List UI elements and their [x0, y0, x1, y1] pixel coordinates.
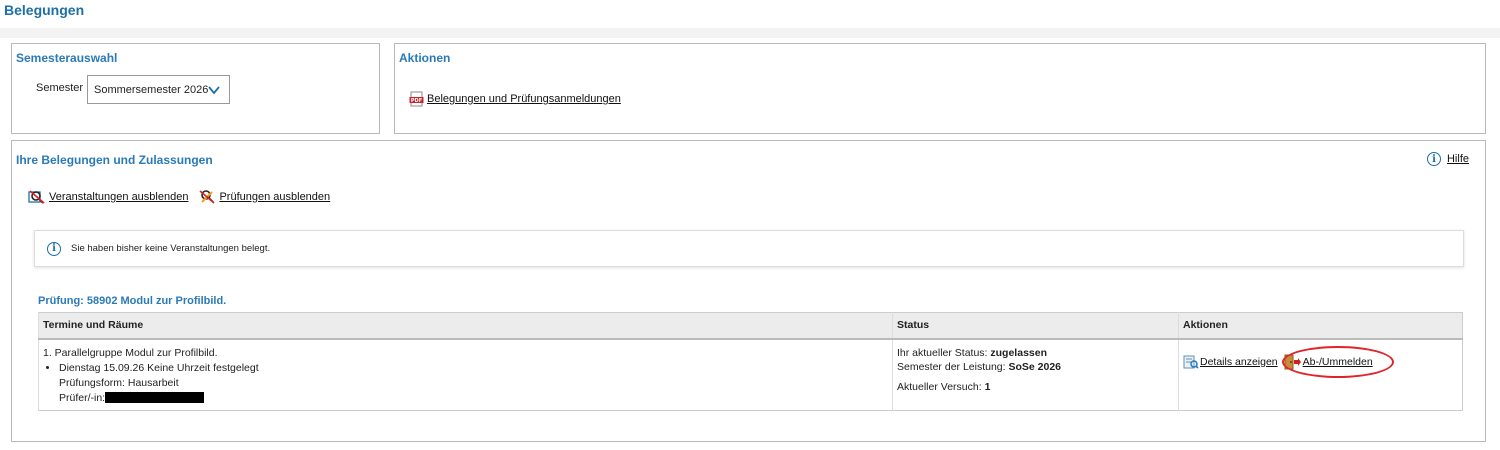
row-actions: Details anzeigen Ab-/Ummelden [1183, 346, 1458, 370]
actions-panel-title: Aktionen [399, 51, 451, 65]
semester-select-value: Sommersemester 2026 [94, 83, 209, 96]
notice-text: Sie haben bisher keine Veranstaltungen b… [71, 243, 271, 254]
hide-courses-toggle[interactable]: Veranstaltungen ausblenden [28, 189, 188, 205]
parallel-group: 1. Parallelgruppe Modul zur Profilbild. [43, 346, 218, 359]
exam-table: Termine und Räume Status Aktionen 1. Par… [38, 312, 1463, 411]
help-label[interactable]: Hilfe [1447, 153, 1469, 165]
hide-exams-toggle[interactable]: Prüfungen ausblenden [198, 189, 330, 205]
visibility-toggles: Veranstaltungen ausblenden Prüfungen aus… [28, 189, 330, 205]
hide-courses-label[interactable]: Veranstaltungen ausblenden [49, 191, 188, 203]
exam-title: Prüfung: 58902 Modul zur Profilbild. [38, 295, 227, 307]
exam-form: Prüfungsform: Hausarbeit [59, 376, 179, 389]
column-header-dates: Termine und Räume [38, 312, 893, 340]
title-bar [0, 28, 1500, 38]
details-label[interactable]: Details anzeigen [1200, 356, 1278, 368]
details-icon [1183, 355, 1199, 369]
semester-panel-title: Semesterauswahl [16, 51, 118, 65]
info-icon: i [1426, 152, 1441, 166]
column-header-status: Status [892, 312, 1179, 340]
help-link[interactable]: i Hilfe [1426, 152, 1469, 166]
semester-select[interactable]: Sommersemester 2026 [87, 75, 230, 104]
status-value: zugelassen [990, 346, 1047, 359]
examiner-label: Prüfer/-in: [59, 391, 106, 404]
svg-text:PDF: PDF [411, 98, 422, 104]
pdf-export-label[interactable]: Belegungen und Prüfungsanmeldungen [427, 93, 621, 105]
status-label: Ihr aktueller Status: [897, 346, 988, 359]
semester-label: Semester [36, 82, 84, 94]
actions-cell: Details anzeigen Ab-/Ummelden [1178, 338, 1463, 411]
status-cell: Ihr aktueller Status: zugelassen Semeste… [892, 338, 1179, 411]
semester-of-performance-value: SoSe 2026 [1008, 360, 1062, 373]
info-icon: i [47, 241, 61, 256]
unregister-link[interactable]: Ab-/Ummelden [1284, 354, 1373, 370]
examiner: Prüfer/-in: [59, 391, 888, 406]
exam-date-text: Dienstag 15.09.26 Keine Uhrzeit festgele… [59, 361, 259, 374]
info-notice: i Sie haben bisher keine Veranstaltungen… [34, 230, 1464, 267]
attempt-label: Aktueller Versuch: [897, 380, 982, 393]
semester-of-performance-label: Semester der Leistung: [897, 360, 1006, 373]
exam-date: Dienstag 15.09.26 Keine Uhrzeit festgele… [59, 361, 888, 376]
pdf-export-link[interactable]: PDF Belegungen und Prüfungsanmeldungen [409, 91, 621, 107]
redacted-examiner [105, 392, 205, 404]
actions-panel: Aktionen PDF Belegungen und Prüfungsanme… [394, 43, 1486, 134]
dates-cell: 1. Parallelgruppe Modul zur Profilbild. … [38, 338, 893, 411]
table-row: 1. Parallelgruppe Modul zur Profilbild. … [38, 338, 1463, 411]
status-line: Ihr aktueller Status: zugelassen [897, 346, 1174, 360]
unregister-label[interactable]: Ab-/Ummelden [1303, 356, 1373, 368]
semester-panel: Semesterauswahl Semester Sommersemester … [11, 43, 380, 134]
column-header-actions: Aktionen [1178, 312, 1463, 340]
hide-courses-icon [28, 190, 45, 204]
attempt-value: 1 [984, 380, 991, 393]
chevron-down-icon [208, 86, 220, 95]
belegungen-panel-title: Ihre Belegungen und Zulassungen [16, 153, 213, 167]
door-exit-icon [1284, 354, 1301, 369]
belegungen-panel: Ihre Belegungen und Zulassungen i Hilfe … [11, 140, 1486, 442]
semester-line: Semester der Leistung: SoSe 2026 [897, 360, 1174, 374]
pdf-icon: PDF [409, 91, 424, 107]
page-title: Belegungen [4, 2, 85, 18]
attempt-line: Aktueller Versuch: 1 [897, 380, 1174, 394]
hide-exams-label[interactable]: Prüfungen ausblenden [219, 191, 330, 203]
details-link[interactable]: Details anzeigen [1183, 354, 1278, 370]
hide-exams-icon [199, 190, 215, 204]
table-header-row: Termine und Räume Status Aktionen [38, 312, 1463, 340]
